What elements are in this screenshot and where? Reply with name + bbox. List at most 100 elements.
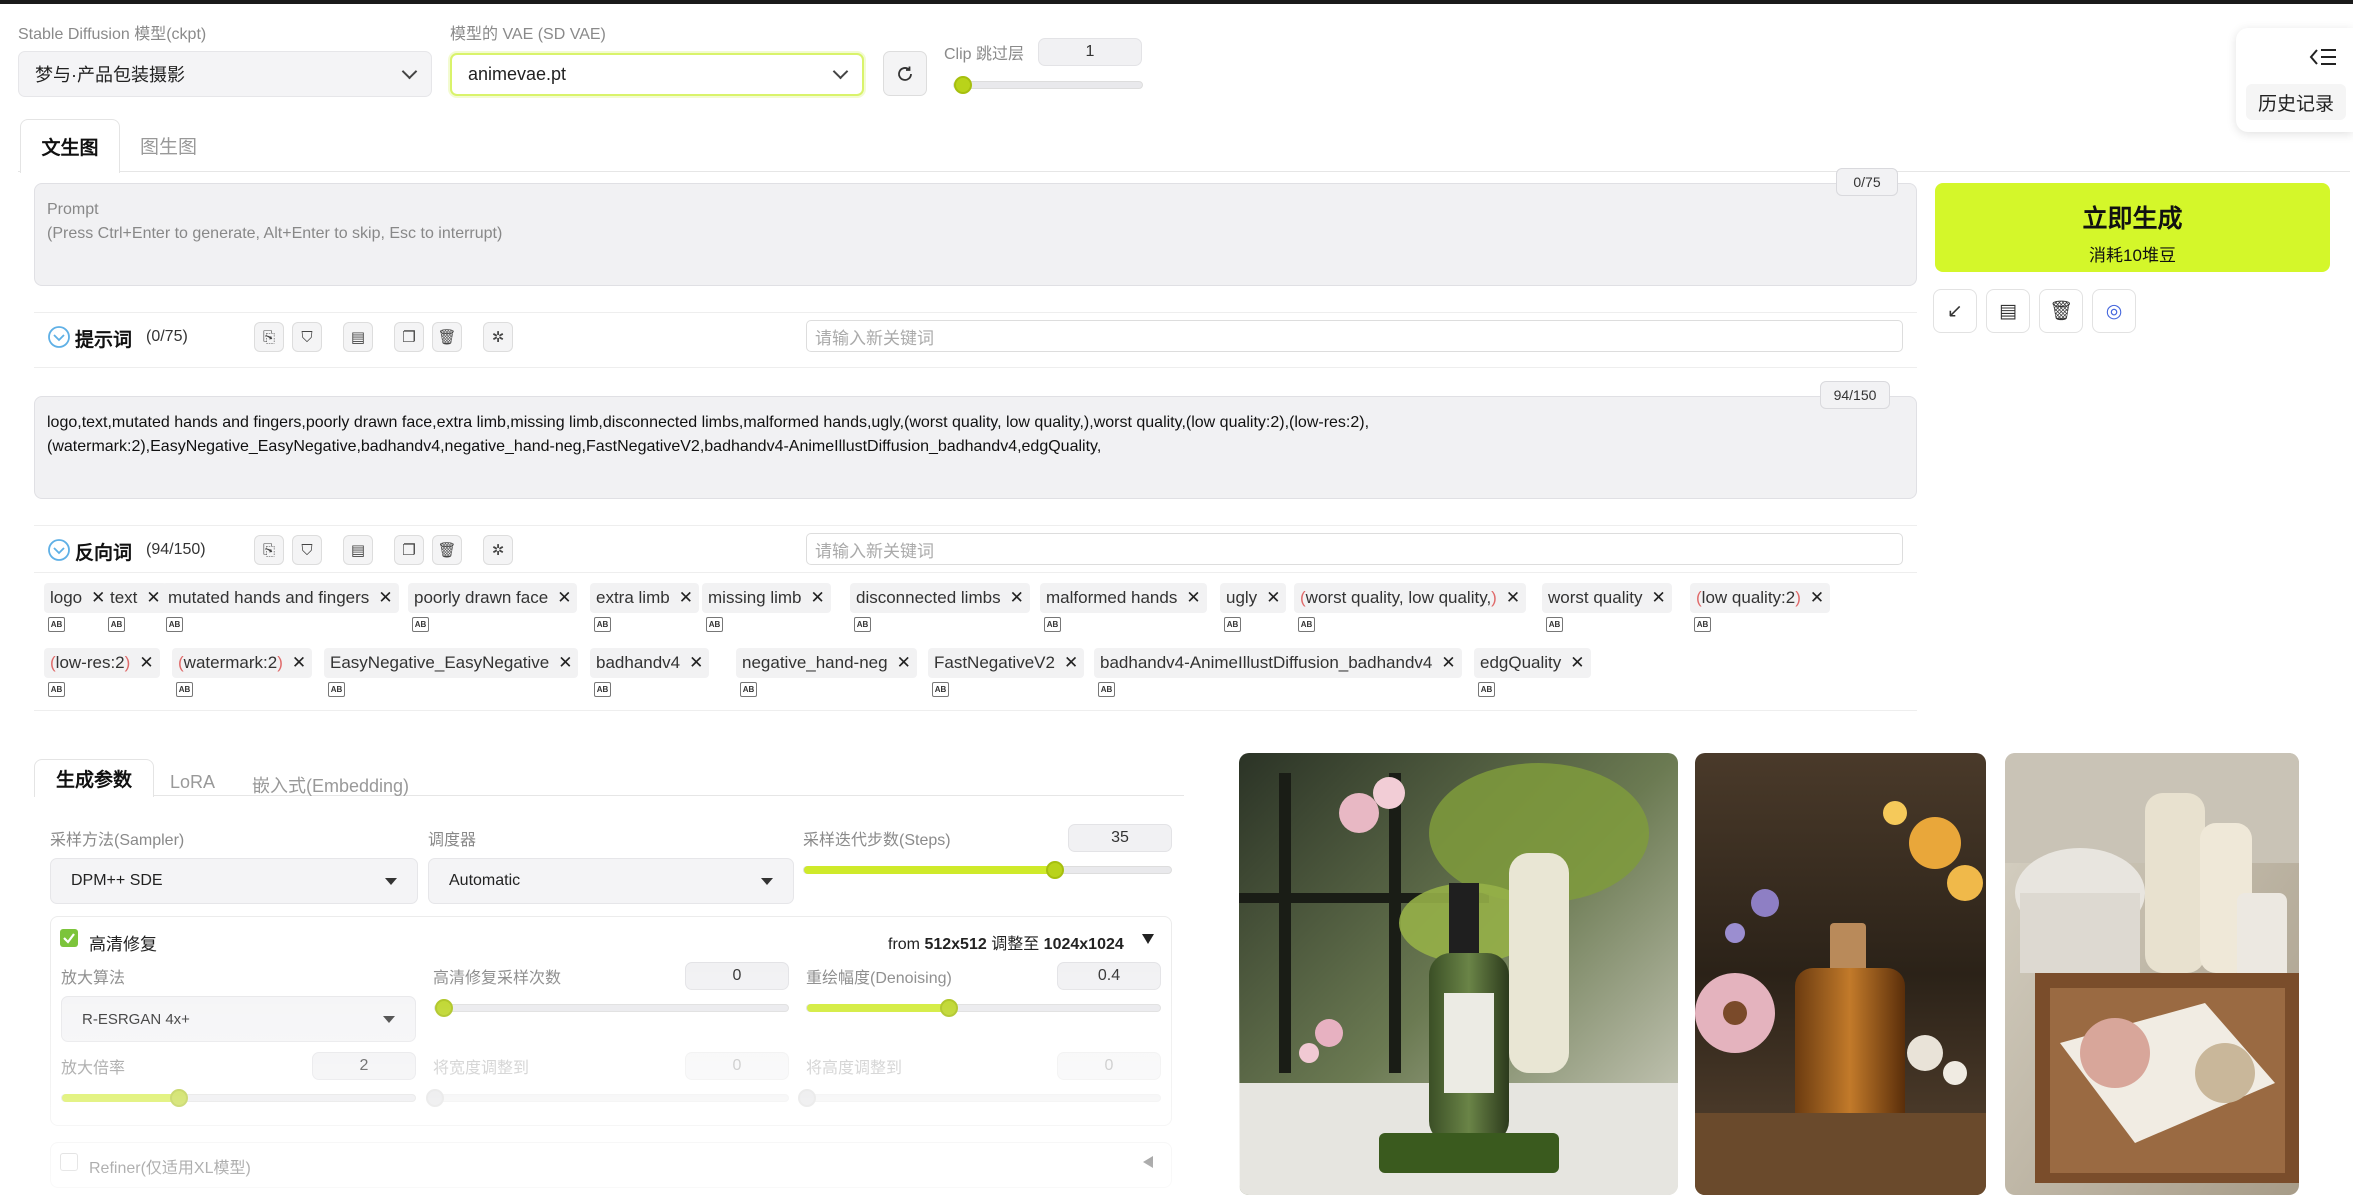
chip-translate-icon[interactable]: AB: [1298, 617, 1315, 632]
chip-remove-icon[interactable]: ✕: [1810, 588, 1824, 608]
steps-slider[interactable]: [803, 861, 1172, 879]
negative-keyword-input[interactable]: 请输入新关键词: [806, 533, 1903, 565]
negative-chip[interactable]: malformed hands ✕: [1040, 583, 1207, 613]
negative-chip[interactable]: (worst quality, low quality,) ✕: [1294, 583, 1527, 613]
chip-translate-icon[interactable]: AB: [412, 617, 429, 632]
chip-translate-icon[interactable]: AB: [706, 617, 723, 632]
translate-tool-button[interactable]: ▤: [343, 535, 373, 565]
negative-chip[interactable]: badhandv4 ✕: [590, 648, 710, 678]
copy-tool-button[interactable]: ❐: [394, 535, 424, 565]
chip-remove-icon[interactable]: ✕: [1186, 588, 1200, 608]
expand-triangle-icon[interactable]: [1143, 1156, 1153, 1168]
chip-remove-icon[interactable]: ✕: [292, 653, 306, 673]
scale-input[interactable]: 2: [312, 1052, 416, 1080]
chip-remove-icon[interactable]: ✕: [378, 588, 392, 608]
bookmark-tool-button[interactable]: ⛉: [292, 535, 322, 565]
collapse-menu-icon[interactable]: [2308, 46, 2338, 68]
chip-translate-icon[interactable]: AB: [932, 682, 949, 697]
clip-slider[interactable]: [953, 76, 1143, 94]
negative-textarea[interactable]: logo,text,mutated hands and fingers,poor…: [34, 396, 1917, 499]
height-input[interactable]: 0: [1057, 1052, 1161, 1080]
chip-translate-icon[interactable]: AB: [594, 682, 611, 697]
collapse-circle-icon[interactable]: [47, 325, 71, 349]
style-button[interactable]: ◎: [2092, 289, 2136, 333]
negative-chip[interactable]: extra limb ✕: [590, 583, 699, 613]
chip-remove-icon[interactable]: ✕: [679, 588, 693, 608]
denoise-slider[interactable]: [806, 999, 1161, 1017]
import-tool-button[interactable]: ⎘: [254, 535, 284, 565]
chip-translate-icon[interactable]: AB: [328, 682, 345, 697]
chip-remove-icon[interactable]: ✕: [139, 653, 153, 673]
negative-chip[interactable]: missing limb ✕: [702, 583, 831, 613]
hires-steps-slider-handle[interactable]: [435, 999, 453, 1017]
negative-chip[interactable]: (low quality:2) ✕: [1690, 583, 1831, 613]
chip-remove-icon[interactable]: ✕: [146, 588, 160, 608]
hires-steps-slider[interactable]: [434, 999, 789, 1017]
denoise-slider-handle[interactable]: [940, 999, 958, 1017]
chip-translate-icon[interactable]: AB: [48, 682, 65, 697]
upscaler-select[interactable]: R-ESRGAN 4x+: [61, 996, 416, 1042]
clipboard-button[interactable]: ▤: [1986, 289, 2030, 333]
chip-remove-icon[interactable]: ✕: [1064, 653, 1078, 673]
width-slider[interactable]: [426, 1089, 789, 1107]
random-tool-button[interactable]: ✲: [483, 322, 513, 352]
chip-remove-icon[interactable]: ✕: [1651, 588, 1665, 608]
read-params-button[interactable]: ↙: [1933, 289, 1977, 333]
chip-translate-icon[interactable]: AB: [1694, 617, 1711, 632]
width-slider-handle[interactable]: [426, 1089, 444, 1107]
chip-translate-icon[interactable]: AB: [176, 682, 193, 697]
height-slider[interactable]: [798, 1089, 1161, 1107]
result-image-1[interactable]: [1239, 753, 1678, 1195]
chip-remove-icon[interactable]: ✕: [1266, 588, 1280, 608]
tab-gen-params[interactable]: 生成参数: [34, 759, 154, 797]
chip-translate-icon[interactable]: AB: [108, 617, 125, 632]
negative-chip[interactable]: disconnected limbs ✕: [850, 583, 1030, 613]
chip-translate-icon[interactable]: AB: [854, 617, 871, 632]
negative-chip[interactable]: ugly ✕: [1220, 583, 1287, 613]
chip-remove-icon[interactable]: ✕: [897, 653, 911, 673]
denoise-input[interactable]: 0.4: [1057, 962, 1161, 990]
chip-translate-icon[interactable]: AB: [594, 617, 611, 632]
negative-chip[interactable]: negative_hand-neg ✕: [736, 648, 917, 678]
chip-translate-icon[interactable]: AB: [1044, 617, 1061, 632]
negative-chip[interactable]: mutated hands and fingers ✕: [162, 583, 399, 613]
clip-input[interactable]: 1: [1038, 38, 1142, 66]
random-tool-button[interactable]: ✲: [483, 535, 513, 565]
vae-select[interactable]: animevae.pt: [450, 53, 864, 96]
prompt-textarea[interactable]: Prompt (Press Ctrl+Enter to generate, Al…: [34, 183, 1917, 286]
negative-chip[interactable]: FastNegativeV2 ✕: [928, 648, 1085, 678]
chip-remove-icon[interactable]: ✕: [689, 653, 703, 673]
collapse-triangle-icon[interactable]: [1142, 934, 1154, 944]
tab-embedding[interactable]: 嵌入式(Embedding): [252, 772, 409, 798]
chip-translate-icon[interactable]: AB: [1098, 682, 1115, 697]
history-button[interactable]: 历史记录: [2246, 84, 2346, 120]
width-input[interactable]: 0: [685, 1052, 789, 1080]
negative-chip[interactable]: badhandv4-AnimeIllustDiffusion_badhandv4…: [1094, 648, 1462, 678]
chip-remove-icon[interactable]: ✕: [1010, 588, 1024, 608]
steps-input[interactable]: 35: [1068, 824, 1172, 852]
chip-remove-icon[interactable]: ✕: [1441, 653, 1455, 673]
refiner-checkbox[interactable]: [60, 1153, 78, 1171]
import-tool-button[interactable]: ⎘: [254, 322, 284, 352]
chip-translate-icon[interactable]: AB: [48, 617, 65, 632]
negative-chip[interactable]: text ✕: [104, 583, 167, 613]
negative-chip[interactable]: EasyNegative_EasyNegative ✕: [324, 648, 579, 678]
negative-chip[interactable]: worst quality ✕: [1542, 583, 1672, 613]
tab-txt2img[interactable]: 文生图: [20, 119, 120, 173]
scheduler-select[interactable]: Automatic: [428, 858, 794, 904]
chip-remove-icon[interactable]: ✕: [1570, 653, 1584, 673]
height-slider-handle[interactable]: [798, 1089, 816, 1107]
chip-translate-icon[interactable]: AB: [1224, 617, 1241, 632]
hires-steps-input[interactable]: 0: [685, 962, 789, 990]
chip-translate-icon[interactable]: AB: [1546, 617, 1563, 632]
copy-tool-button[interactable]: ❐: [394, 322, 424, 352]
negative-chip[interactable]: edgQuality ✕: [1474, 648, 1591, 678]
tab-lora[interactable]: LoRA: [170, 772, 215, 793]
chip-remove-icon[interactable]: ✕: [558, 653, 572, 673]
refresh-button[interactable]: [883, 51, 927, 96]
delete-tool-button[interactable]: 🗑: [432, 322, 462, 352]
clear-button[interactable]: 🗑: [2039, 289, 2083, 333]
result-image-3[interactable]: [2005, 753, 2299, 1195]
chip-translate-icon[interactable]: AB: [166, 617, 183, 632]
chip-remove-icon[interactable]: ✕: [811, 588, 825, 608]
